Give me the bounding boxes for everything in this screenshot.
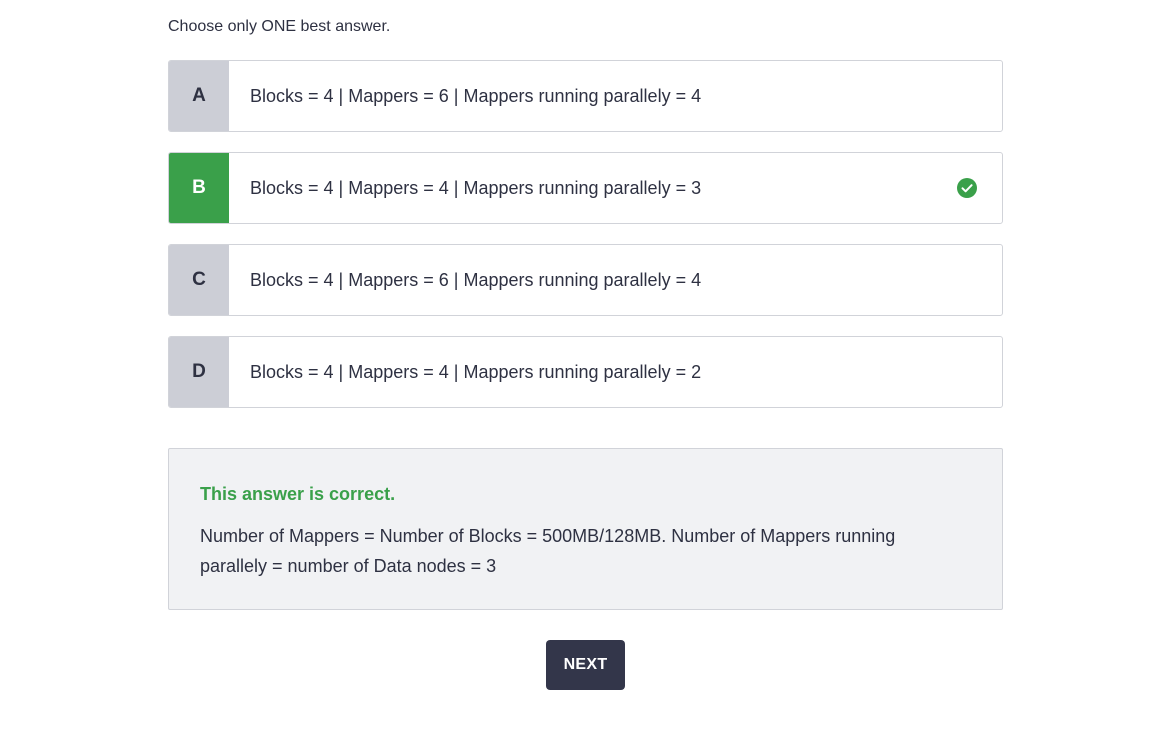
answer-options: A Blocks = 4 | Mappers = 6 | Mappers run…	[168, 60, 1003, 428]
option-b[interactable]: B Blocks = 4 | Mappers = 4 | Mappers run…	[168, 152, 1003, 224]
option-text: Blocks = 4 | Mappers = 4 | Mappers runni…	[250, 361, 702, 382]
option-text: Blocks = 4 | Mappers = 6 | Mappers runni…	[250, 85, 702, 106]
option-letter: B	[169, 153, 229, 223]
option-a[interactable]: A Blocks = 4 | Mappers = 6 | Mappers run…	[168, 60, 1003, 132]
check-circle-icon	[957, 178, 977, 198]
option-letter: D	[169, 337, 229, 407]
feedback-title: This answer is correct.	[200, 484, 396, 504]
option-letter: C	[169, 245, 229, 315]
option-text: Blocks = 4 | Mappers = 4 | Mappers runni…	[250, 177, 702, 198]
option-c[interactable]: C Blocks = 4 | Mappers = 6 | Mappers run…	[168, 244, 1003, 316]
option-text: Blocks = 4 | Mappers = 6 | Mappers runni…	[250, 269, 702, 290]
next-button[interactable]: NEXT	[546, 640, 625, 690]
instruction-text: Choose only ONE best answer.	[168, 18, 391, 35]
feedback-panel: This answer is correct. Number of Mapper…	[168, 448, 1003, 610]
option-letter: A	[169, 61, 229, 131]
feedback-explanation: Number of Mappers = Number of Blocks = 5…	[200, 526, 896, 576]
option-d[interactable]: D Blocks = 4 | Mappers = 4 | Mappers run…	[168, 336, 1003, 408]
